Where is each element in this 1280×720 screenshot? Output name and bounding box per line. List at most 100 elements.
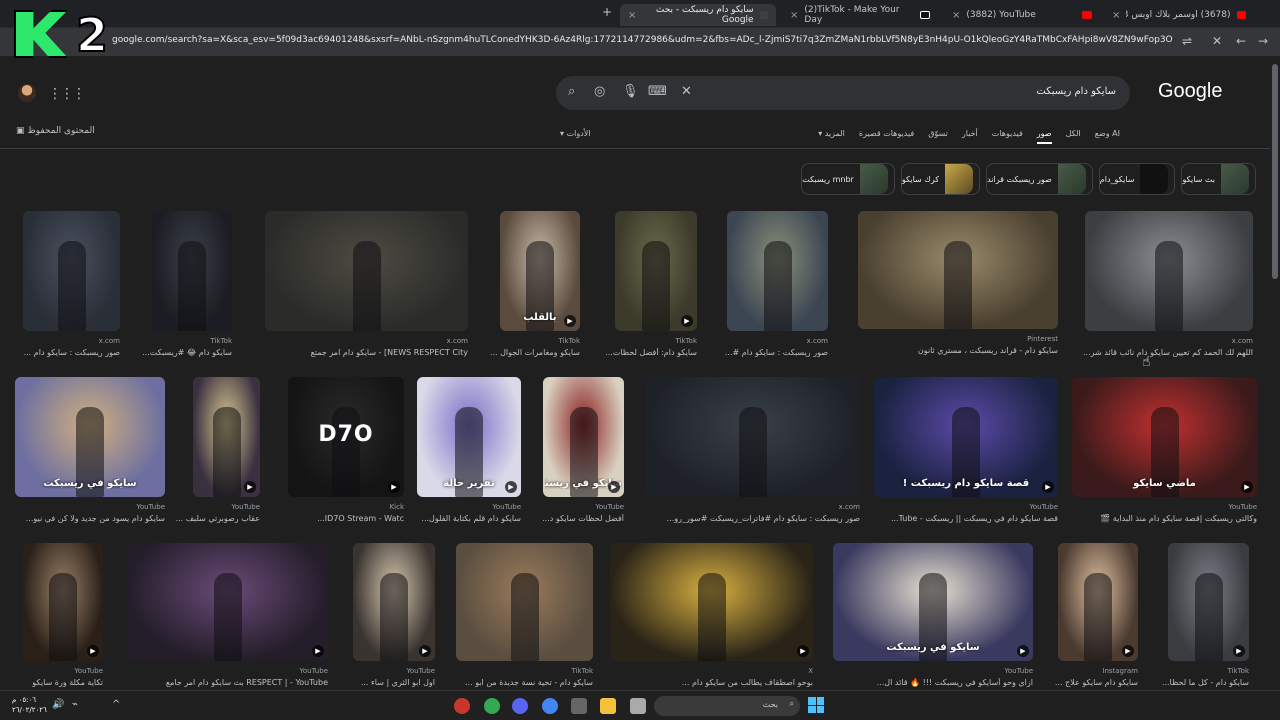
image-result-thumbnail[interactable]: [23, 211, 120, 331]
result-source[interactable]: YouTube: [353, 667, 435, 675]
result-caption[interactable]: قصة سايكو دام في ريسبكت || ريسبكت - Tube…: [854, 514, 1058, 523]
store-icon[interactable]: [571, 698, 587, 714]
result-caption[interactable]: سايكو دام - قراند ريسبكت ، مستري ثانون: [838, 346, 1058, 355]
image-result-thumbnail[interactable]: [646, 377, 860, 497]
tab-all[interactable]: الكل: [1066, 129, 1081, 144]
image-result-thumbnail[interactable]: ▶: [615, 211, 697, 331]
tab-google-search[interactable]: سايكو دام ريسبكت - بحث Google ×: [620, 4, 776, 26]
result-caption[interactable]: اللهم لك الحمد كم تعيين سايكو دام نائب ق…: [1065, 348, 1253, 357]
result-caption[interactable]: صور ريسبكت : سايكو دام #...: [707, 348, 828, 357]
result-caption[interactable]: سايكو دام 😂 #ريسبكت...: [132, 348, 232, 357]
result-source[interactable]: YouTube: [1072, 503, 1257, 511]
image-result-thumbnail[interactable]: سايكو في ريسبكت▶: [543, 377, 624, 497]
image-result-thumbnail[interactable]: ▶: [128, 543, 328, 661]
image-result-thumbnail[interactable]: ▶: [353, 543, 435, 661]
image-result-thumbnail[interactable]: قصة سايكو دام ريسبكت ! ▶: [874, 377, 1058, 497]
tab-videos[interactable]: فيديوهات: [992, 129, 1023, 144]
result-caption[interactable]: عقاب رصوبرتي سلبف ...: [173, 514, 260, 523]
image-result-thumbnail[interactable]: ▶: [1058, 543, 1138, 661]
result-source[interactable]: YouTube: [128, 667, 328, 675]
close-tab-icon[interactable]: ×: [1112, 10, 1120, 21]
close-tab-icon[interactable]: ×: [790, 10, 798, 21]
result-caption[interactable]: وكالتي ريسبكت |قصة سايكو دام منذ البداية…: [1052, 514, 1257, 523]
result-source[interactable]: YouTube: [23, 667, 103, 675]
result-caption[interactable]: سايكو دام قلم بكتابة القلول...: [397, 514, 521, 523]
result-caption[interactable]: سايكو دام - تحية نسة جديدة من ابو ...: [436, 678, 593, 687]
chip[interactable]: بث سايكو: [1181, 163, 1256, 195]
chip[interactable]: سايكو_دام: [1098, 163, 1176, 195]
search-box[interactable]: ⌕ ◎ 🎙 ⌨ ✕ سايكو دام ريسبكت: [556, 76, 1130, 110]
tab-more[interactable]: ▾ المزيد: [818, 129, 845, 144]
image-result-thumbnail[interactable]: سايكو في ريسبكت▶: [833, 543, 1033, 661]
close-tab-icon[interactable]: ×: [952, 10, 960, 21]
keyboard-icon[interactable]: ⌨: [648, 84, 667, 99]
tab-search-icon[interactable]: ⇌: [1182, 34, 1192, 48]
result-caption[interactable]: سايكو ومغامرات الجوال ...: [480, 348, 580, 357]
result-caption[interactable]: صور ريسبكت : سايكو دام #فاترات_ريسبكت #س…: [626, 514, 860, 523]
image-result-thumbnail[interactable]: ▶: [23, 543, 103, 661]
result-source[interactable]: x.com: [23, 337, 120, 345]
result-source[interactable]: x.com: [1085, 337, 1253, 345]
result-source[interactable]: YouTube: [193, 503, 260, 511]
tray-overflow-icon[interactable]: ^: [112, 699, 120, 710]
image-result-thumbnail[interactable]: [265, 211, 468, 331]
chip[interactable]: ريسبكت mnbr: [801, 163, 895, 195]
tab-ai-mode[interactable]: وضع AI: [1095, 129, 1120, 144]
scrollbar[interactable]: [1270, 56, 1280, 690]
result-caption[interactable]: أفضل لحظات سايكو د...: [523, 514, 624, 523]
result-source[interactable]: Pinterest: [858, 335, 1058, 343]
result-caption[interactable]: سايكو دام: أفضل لحظات...: [595, 348, 697, 357]
result-source[interactable]: TikTok: [1168, 667, 1249, 675]
apps-grid-icon[interactable]: ⋮⋮⋮: [48, 86, 86, 102]
result-caption[interactable]: بوحو اصطقاف يطالب من سايكو دام ...: [590, 678, 813, 687]
avatar[interactable]: [18, 84, 36, 102]
image-result-thumbnail[interactable]: [858, 211, 1058, 329]
result-caption[interactable]: تكاية مكلة ورة سايكو: [3, 678, 103, 687]
lens-icon[interactable]: ◎: [594, 84, 605, 99]
network-icon[interactable]: ⌁: [72, 699, 78, 710]
result-source[interactable]: YouTube: [833, 667, 1033, 675]
result-source[interactable]: TikTok: [500, 337, 580, 345]
image-result-thumbnail[interactable]: ▶: [193, 377, 260, 497]
google-logo[interactable]: Google: [1158, 80, 1223, 103]
tools-dropdown[interactable]: ▾ الأدوات: [560, 129, 591, 138]
task-view-icon[interactable]: [630, 698, 646, 714]
result-caption[interactable]: ازاي وحو أسايكو في ريسبكت !!! 🔥 قائد ال.…: [813, 678, 1033, 687]
saved-content-link[interactable]: المحتوى المحفوظ ▣: [16, 126, 95, 136]
system-clock[interactable]: ٠٥:٠٦ م ٢٦/٠٢/٢٠٢٦: [12, 695, 47, 715]
close-tab-icon[interactable]: ×: [628, 10, 636, 21]
result-caption[interactable]: صور ريسبكت : سايكو دام ...: [3, 348, 120, 357]
result-source[interactable]: x.com: [646, 503, 860, 511]
result-caption[interactable]: سايكو دام - كل ما لحظا...: [1148, 678, 1249, 687]
result-caption[interactable]: ID7O Stream - Watc...: [268, 514, 404, 523]
taskbar-search[interactable]: بحث ⌕: [654, 696, 800, 716]
clear-icon[interactable]: ✕: [681, 84, 692, 99]
scrollbar-thumb[interactable]: [1272, 64, 1278, 279]
forward-arrow-icon[interactable]: →: [1258, 34, 1268, 48]
discord-icon[interactable]: [512, 698, 528, 714]
back-arrow-icon[interactable]: ←: [1236, 34, 1246, 48]
tab-images[interactable]: صور: [1036, 129, 1052, 144]
image-result-thumbnail[interactable]: سايكو في ريسبكت: [15, 377, 165, 497]
result-source[interactable]: TikTok: [615, 337, 697, 345]
browser-icon[interactable]: [542, 698, 558, 714]
image-result-thumbnail[interactable]: ▶: [1168, 543, 1249, 661]
tab-short-videos[interactable]: فيديوهات قصيرة: [859, 129, 914, 144]
image-result-thumbnail[interactable]: D7O ▶: [288, 377, 404, 497]
image-result-thumbnail[interactable]: [152, 211, 232, 331]
result-caption[interactable]: اول ابو الثري | ساء ...: [333, 678, 435, 687]
image-result-thumbnail[interactable]: [456, 543, 593, 661]
chip[interactable]: صور ريسبكت قراند: [986, 163, 1093, 195]
result-source[interactable]: x.com: [727, 337, 828, 345]
obs-icon[interactable]: [454, 698, 470, 714]
volume-icon[interactable]: 🔊: [52, 699, 64, 710]
file-explorer-icon[interactable]: [600, 698, 616, 714]
image-result-thumbnail[interactable]: تقرير حالة ▶: [417, 377, 521, 497]
chrome-icon[interactable]: [484, 698, 500, 714]
image-result-thumbnail[interactable]: ▶: [610, 543, 813, 661]
tab-news[interactable]: أخبار: [962, 129, 978, 144]
image-result-thumbnail[interactable]: [727, 211, 828, 331]
result-source[interactable]: YouTube: [417, 503, 521, 511]
image-result-thumbnail[interactable]: [1085, 211, 1253, 331]
result-source[interactable]: YouTube: [874, 503, 1058, 511]
